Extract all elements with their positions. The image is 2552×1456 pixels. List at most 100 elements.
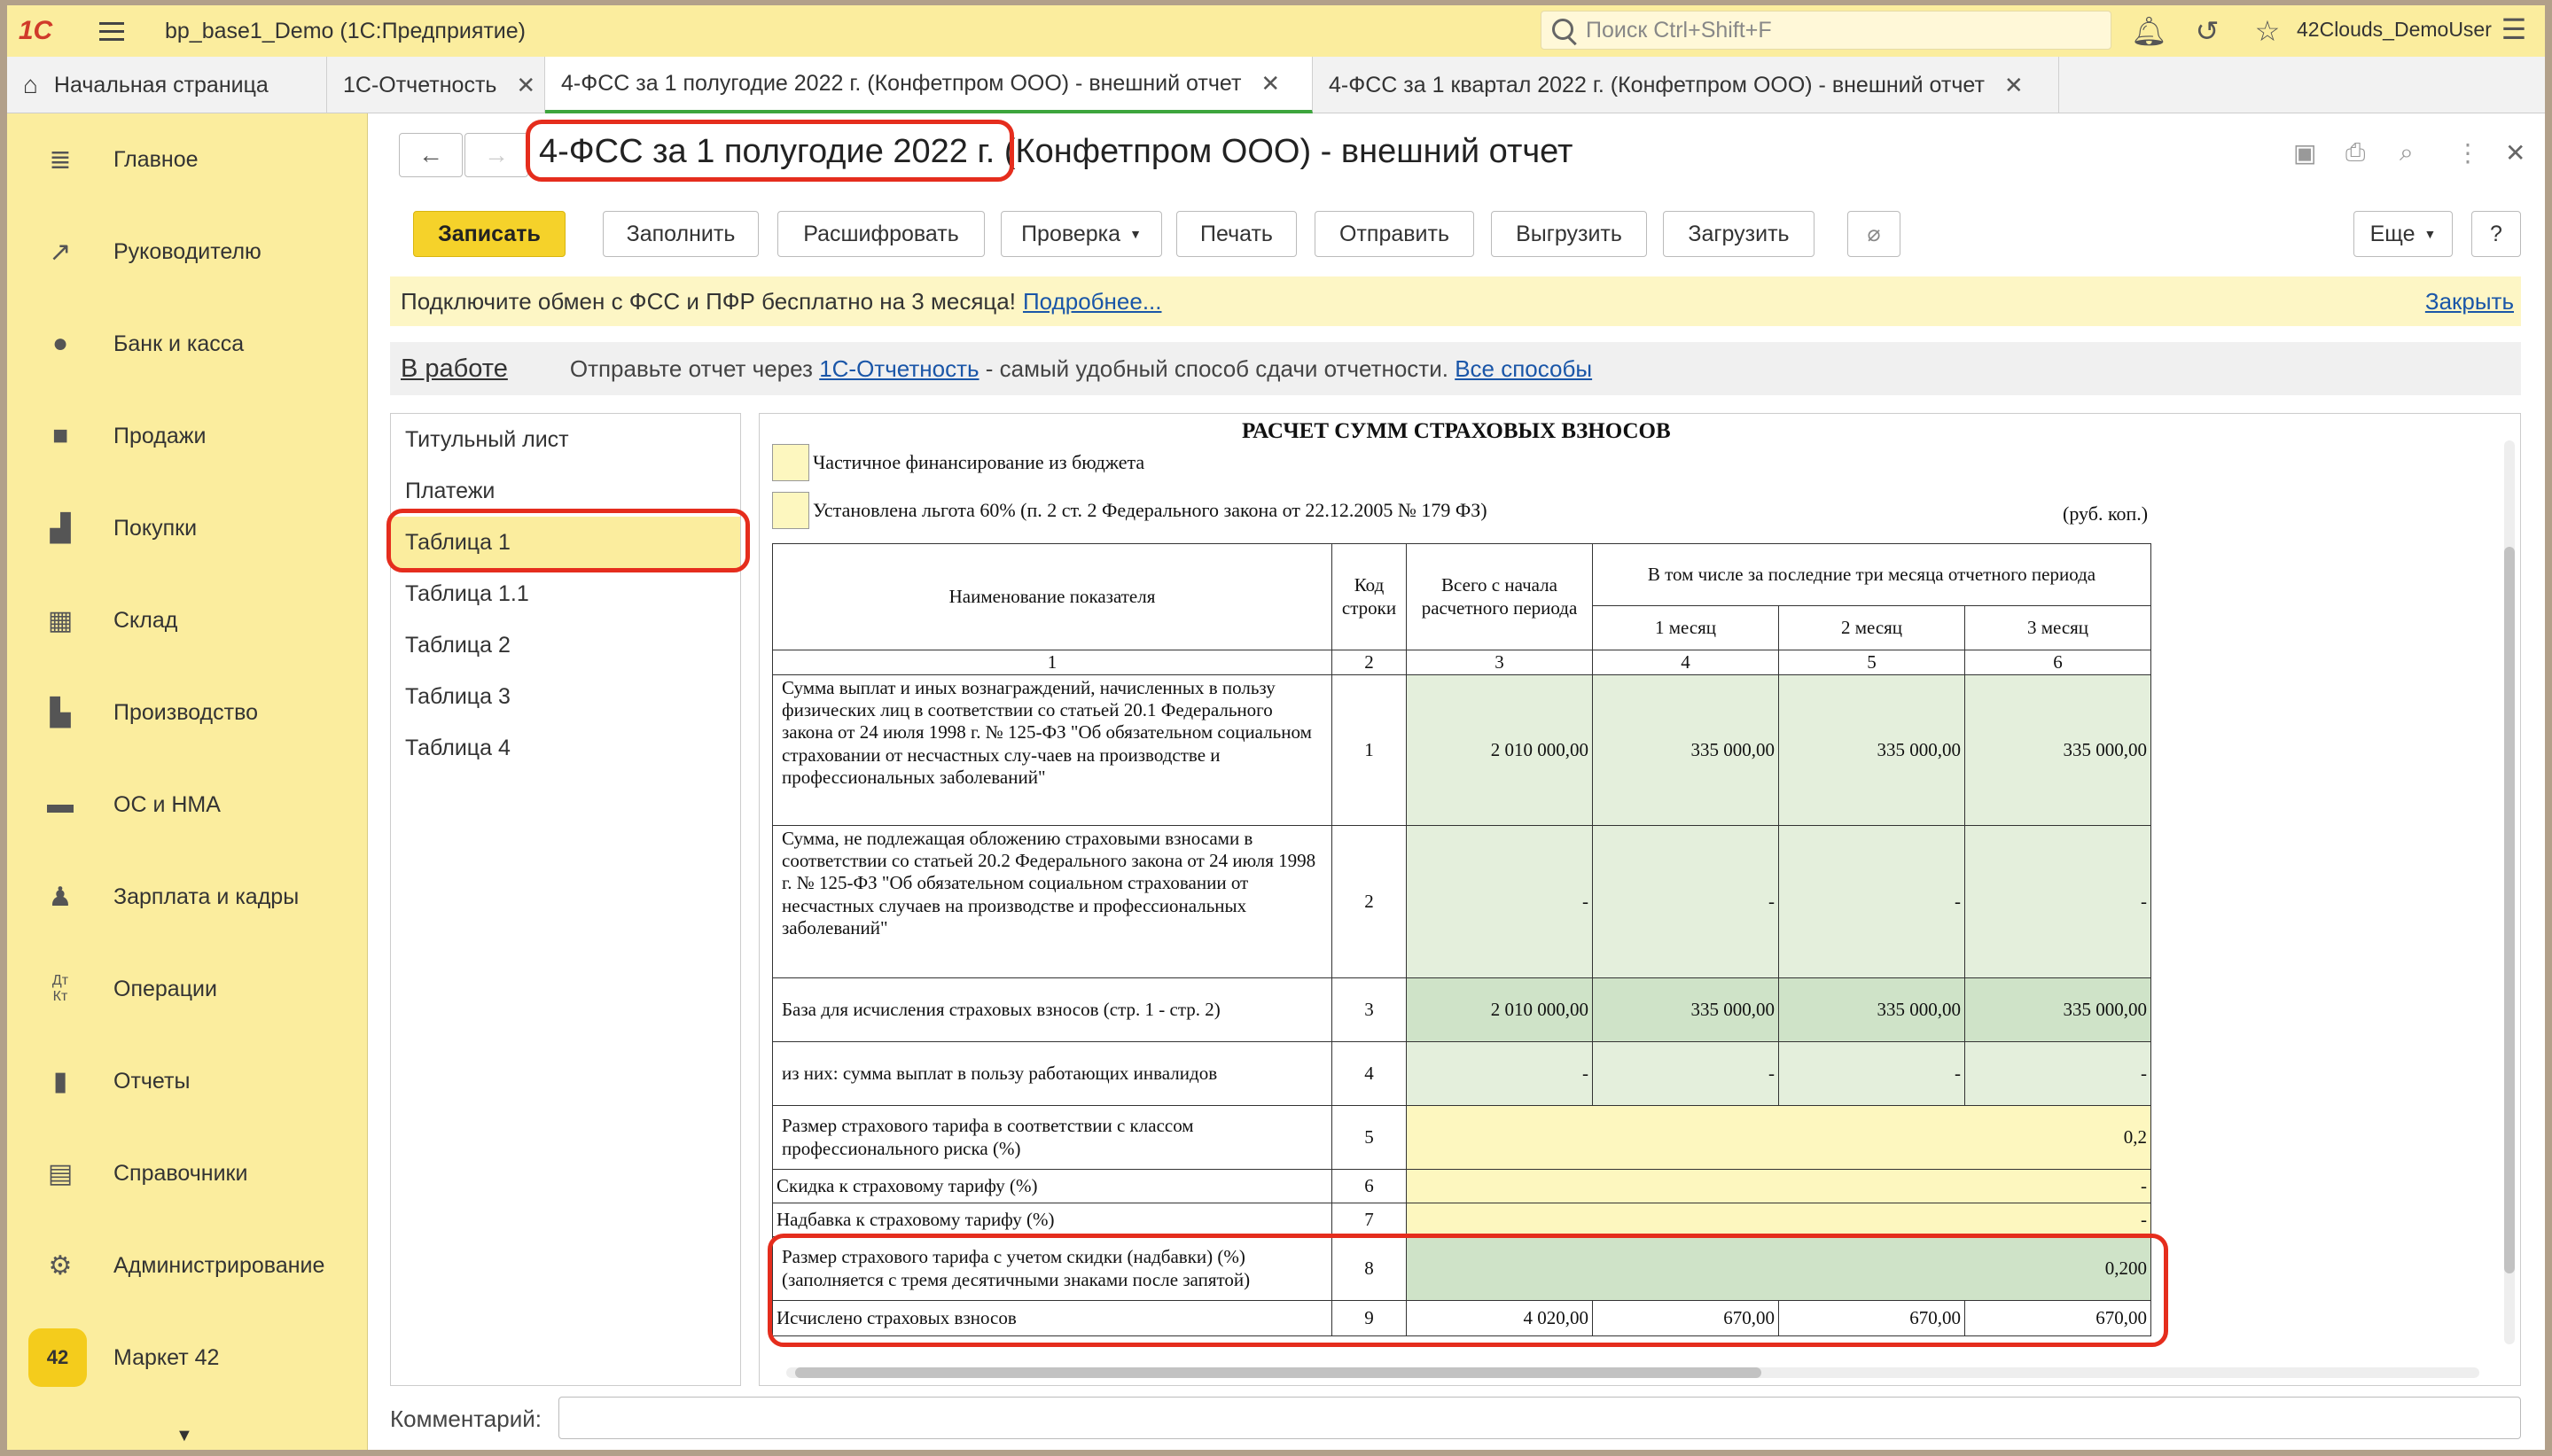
print-button[interactable]: Печать [1176, 211, 1297, 257]
print-icon[interactable]: ⎙ [2345, 138, 2365, 167]
book-icon: ▤ [47, 1158, 74, 1188]
column-number: 6 [1964, 650, 2151, 675]
value-cell[interactable]: 2 010 000,00 [1406, 674, 1593, 826]
sidebar-item-warehouse[interactable]: ▦ Склад [7, 574, 367, 666]
sidebar-item-operations[interactable]: Дт Кт Операции [7, 943, 367, 1035]
sidebar-item-manager[interactable]: ↗ Руководителю [7, 206, 367, 298]
preview-icon[interactable]: ⌕ [2400, 138, 2414, 167]
import-button[interactable]: Загрузить [1663, 211, 1814, 257]
help-button[interactable]: ? [2471, 211, 2521, 257]
tab-1c-reporting[interactable]: 1С-Отчетность ✕ [327, 57, 545, 113]
value-cell[interactable]: - [1964, 1041, 2151, 1106]
tab-fss-half-year[interactable]: 4-ФСС за 1 полугодие 2022 г. (Конфетпром… [545, 57, 1313, 113]
sidebar-item-bank[interactable]: ● Банк и касса [7, 298, 367, 390]
sidebar-item-main[interactable]: ≣ Главное [7, 113, 367, 206]
benefit-checkbox[interactable] [772, 492, 809, 529]
bell-icon[interactable]: 🔔︎ [2131, 14, 2167, 48]
comment-label: Комментарий: [390, 1405, 542, 1432]
highlight-sheet [386, 509, 750, 572]
sheet-item-table-4[interactable]: Таблица 4 [391, 722, 740, 774]
value-cell[interactable]: - [1406, 1169, 2151, 1203]
budget-financing-checkbox[interactable] [772, 444, 809, 481]
column-number: 2 [1331, 650, 1407, 675]
close-icon[interactable]: ✕ [2505, 138, 2525, 167]
value-cell[interactable]: 0,2 [1406, 1105, 2151, 1170]
save-button[interactable]: Записать [413, 211, 566, 257]
vertical-scrollbar[interactable] [2502, 423, 2515, 1362]
market-icon: 42 [28, 1328, 87, 1387]
close-icon[interactable]: ✕ [516, 72, 535, 99]
comment-row: Комментарий: [390, 1397, 2521, 1441]
attachment-button[interactable]: ⌀ [1847, 211, 1900, 257]
sidebar-item-label: ОС и НМА [113, 791, 221, 817]
chevron-down-icon[interactable]: ▼ [176, 1426, 193, 1446]
settings-menu-icon[interactable]: ☰ [2496, 12, 2532, 46]
sheet-item-table-1-1[interactable]: Таблица 1.1 [391, 568, 740, 619]
more-button[interactable]: Еще ▼ [2353, 211, 2453, 257]
value-cell[interactable]: - [1592, 825, 1779, 978]
row-name: Надбавка к страховому тарифу (%) [772, 1203, 1332, 1237]
user-name[interactable]: 42Clouds_DemoUser [2297, 18, 2492, 42]
fill-button[interactable]: Заполнить [603, 211, 759, 257]
gear-icon: ⚙ [48, 1250, 73, 1281]
sidebar-item-admin[interactable]: ⚙ Администрирование [7, 1219, 367, 1312]
hamburger-menu-icon[interactable] [99, 15, 138, 47]
value-cell[interactable]: 335 000,00 [1964, 674, 2151, 826]
promo-close-link[interactable]: Закрыть [2425, 288, 2514, 315]
sidebar-item-label: Администрирование [113, 1252, 325, 1278]
checkbox-label: Частичное финансирование из бюджета [813, 451, 1145, 473]
command-bar: Записать Заполнить Расшифровать Проверка… [369, 211, 2545, 259]
dt-kt-icon: Дт Кт [51, 973, 69, 1004]
promo-details-link[interactable]: Подробнее... [1023, 288, 1162, 315]
forward-button[interactable]: → [464, 133, 528, 177]
sidebar-item-catalogs[interactable]: ▤ Справочники [7, 1127, 367, 1219]
comment-input[interactable] [558, 1397, 2521, 1439]
all-methods-link[interactable]: Все способы [1455, 355, 1592, 383]
reporting-link[interactable]: 1С-Отчетность [819, 355, 979, 383]
tab-fss-quarter[interactable]: 4-ФСС за 1 квартал 2022 г. (Конфетпром О… [1313, 57, 2059, 113]
sidebar-item-market[interactable]: 42 Маркет 42 [7, 1312, 367, 1404]
close-icon[interactable]: ✕ [1260, 70, 1280, 97]
sidebar-item-salary[interactable]: ♟ Зарплата и кадры [7, 851, 367, 943]
value-cell[interactable]: - [1406, 825, 1593, 978]
row-name: Скидка к страховому тарифу (%) [772, 1169, 1332, 1203]
value-cell[interactable]: - [1592, 1041, 1779, 1106]
value-cell[interactable]: - [1778, 1041, 1965, 1106]
more-vertical-icon[interactable]: ⋮ [2455, 138, 2480, 167]
save-icon[interactable]: ▣ [2293, 138, 2316, 167]
1c-logo[interactable]: 1С [7, 5, 64, 57]
value-cell[interactable]: 335 000,00 [1592, 674, 1779, 826]
value-cell[interactable]: - [1778, 825, 1965, 978]
sidebar-item-reports[interactable]: ▮ Отчеты [7, 1035, 367, 1127]
export-button[interactable]: Выгрузить [1491, 211, 1647, 257]
value-cell[interactable]: - [1406, 1041, 1593, 1106]
promo-banner: Подключите обмен с ФСС и ПФР бесплатно н… [390, 276, 2521, 326]
horizontal-scrollbar[interactable] [769, 1367, 2497, 1380]
highlight-rows [768, 1234, 2168, 1347]
value-cell[interactable]: - [1964, 825, 2151, 978]
sheet-item-title[interactable]: Титульный лист [391, 414, 740, 465]
back-button[interactable]: ← [399, 133, 463, 177]
search-input[interactable]: Поиск Ctrl+Shift+F [1541, 11, 2111, 50]
status-link[interactable]: В работе [401, 354, 508, 384]
close-icon[interactable]: ✕ [2004, 72, 2024, 99]
sidebar-item-production[interactable]: ▙ Производство [7, 666, 367, 759]
value-cell[interactable]: 335 000,00 [1778, 674, 1965, 826]
send-button[interactable]: Отправить [1315, 211, 1474, 257]
row-code: 3 [1331, 977, 1407, 1042]
sidebar-item-sales[interactable]: ■ Продажи [7, 390, 367, 482]
value-cell[interactable]: - [1406, 1203, 2151, 1237]
sidebar-item-assets[interactable]: ▬ ОС и НМА [7, 759, 367, 851]
sheet-item-table-3[interactable]: Таблица 3 [391, 671, 740, 722]
row-code: 5 [1331, 1105, 1407, 1170]
history-icon[interactable]: ↺ [2189, 14, 2225, 48]
decode-button[interactable]: Расшифровать [777, 211, 985, 257]
sheet-item-table-2[interactable]: Таблица 2 [391, 619, 740, 671]
check-dropdown-button[interactable]: Проверка ▼ [1001, 211, 1162, 257]
header-month-1: 1 месяц [1592, 605, 1779, 650]
tab-home[interactable]: ⌂ Начальная страница [7, 57, 327, 113]
sidebar-item-purchases[interactable]: ▟ Покупки [7, 482, 367, 574]
header-name: Наименование показателя [772, 543, 1332, 650]
star-icon[interactable]: ☆ [2250, 14, 2285, 48]
paperclip-icon: ⌀ [1867, 222, 1881, 246]
